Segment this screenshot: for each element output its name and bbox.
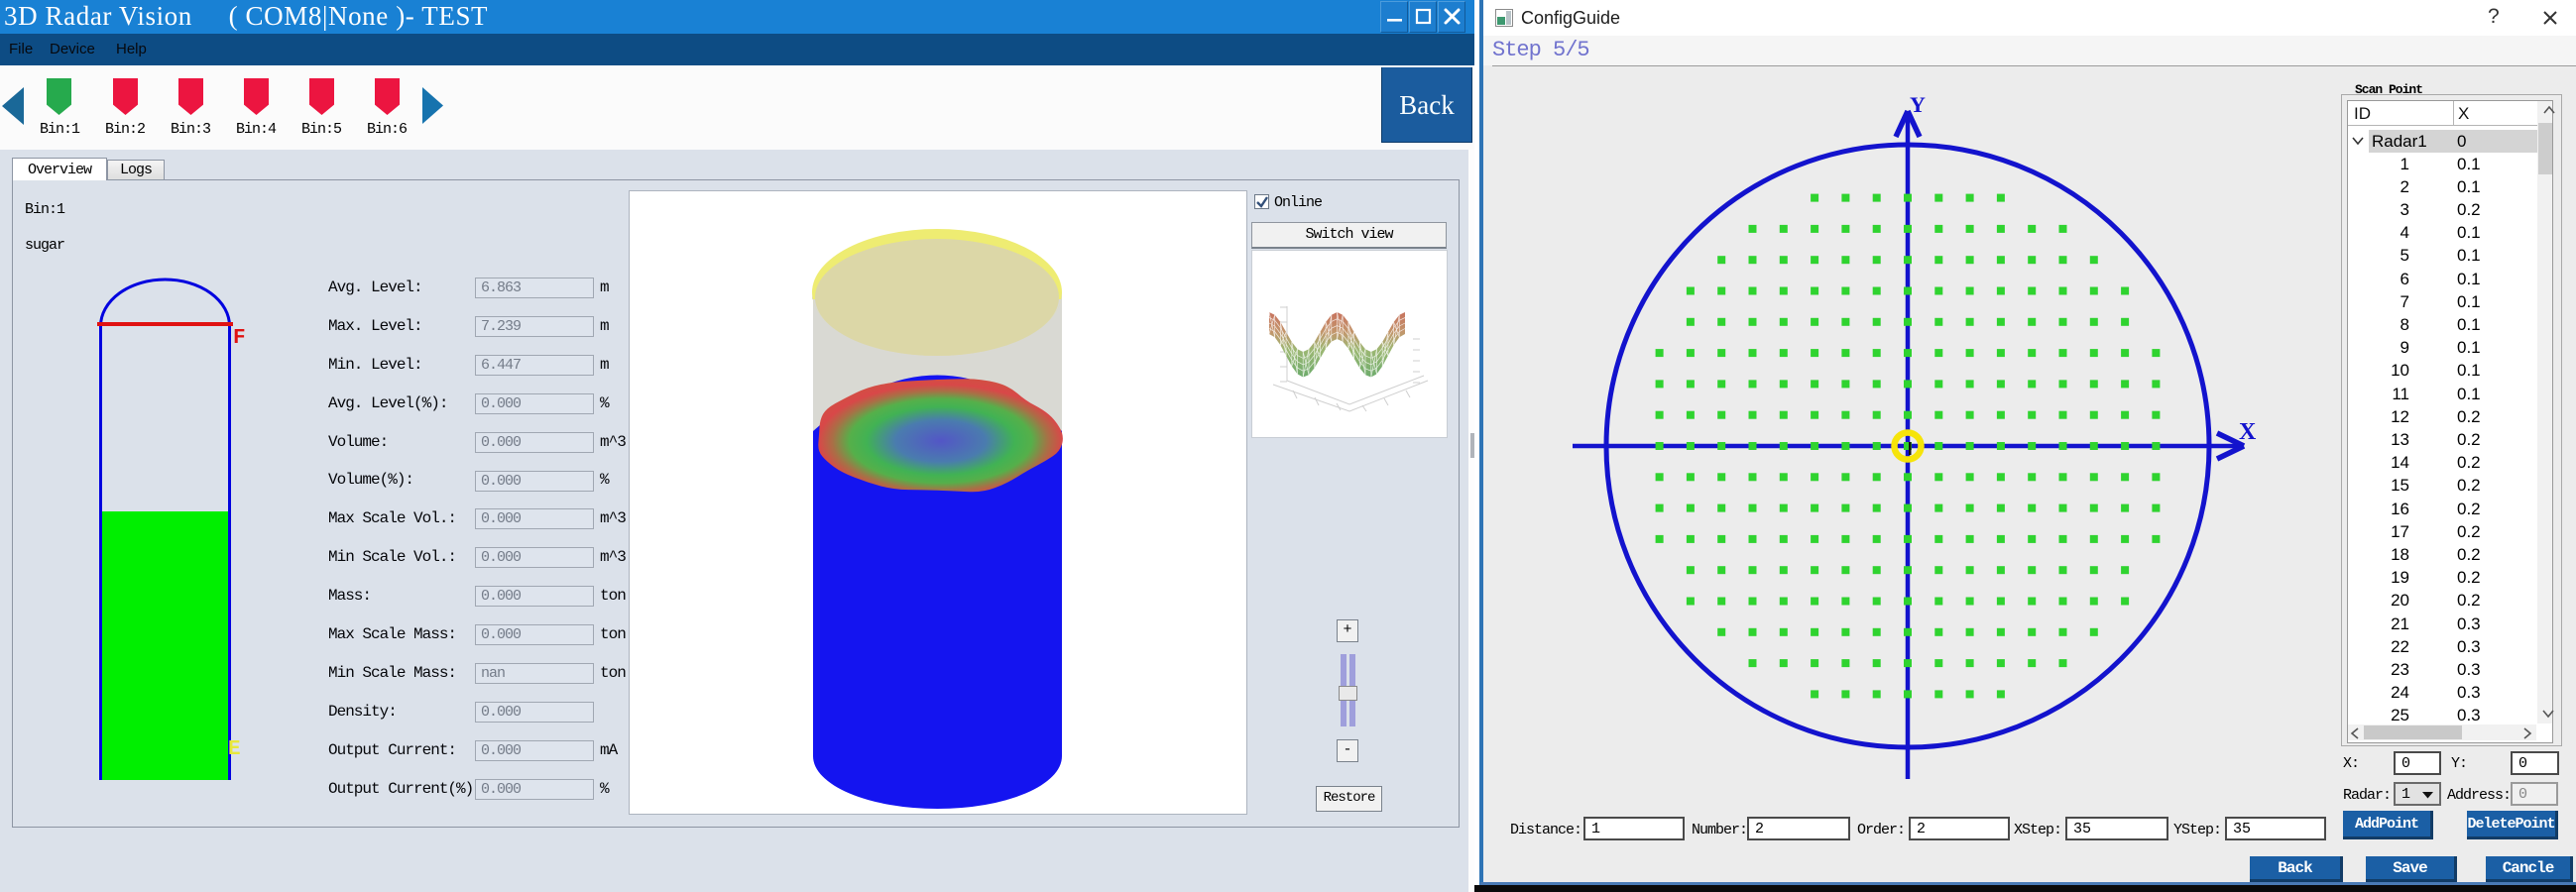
svg-text:E: E <box>228 738 241 761</box>
svg-text:X: X <box>2239 419 2257 445</box>
svg-text:Y: Y <box>1910 92 1926 117</box>
svg-text:F: F <box>233 327 246 350</box>
